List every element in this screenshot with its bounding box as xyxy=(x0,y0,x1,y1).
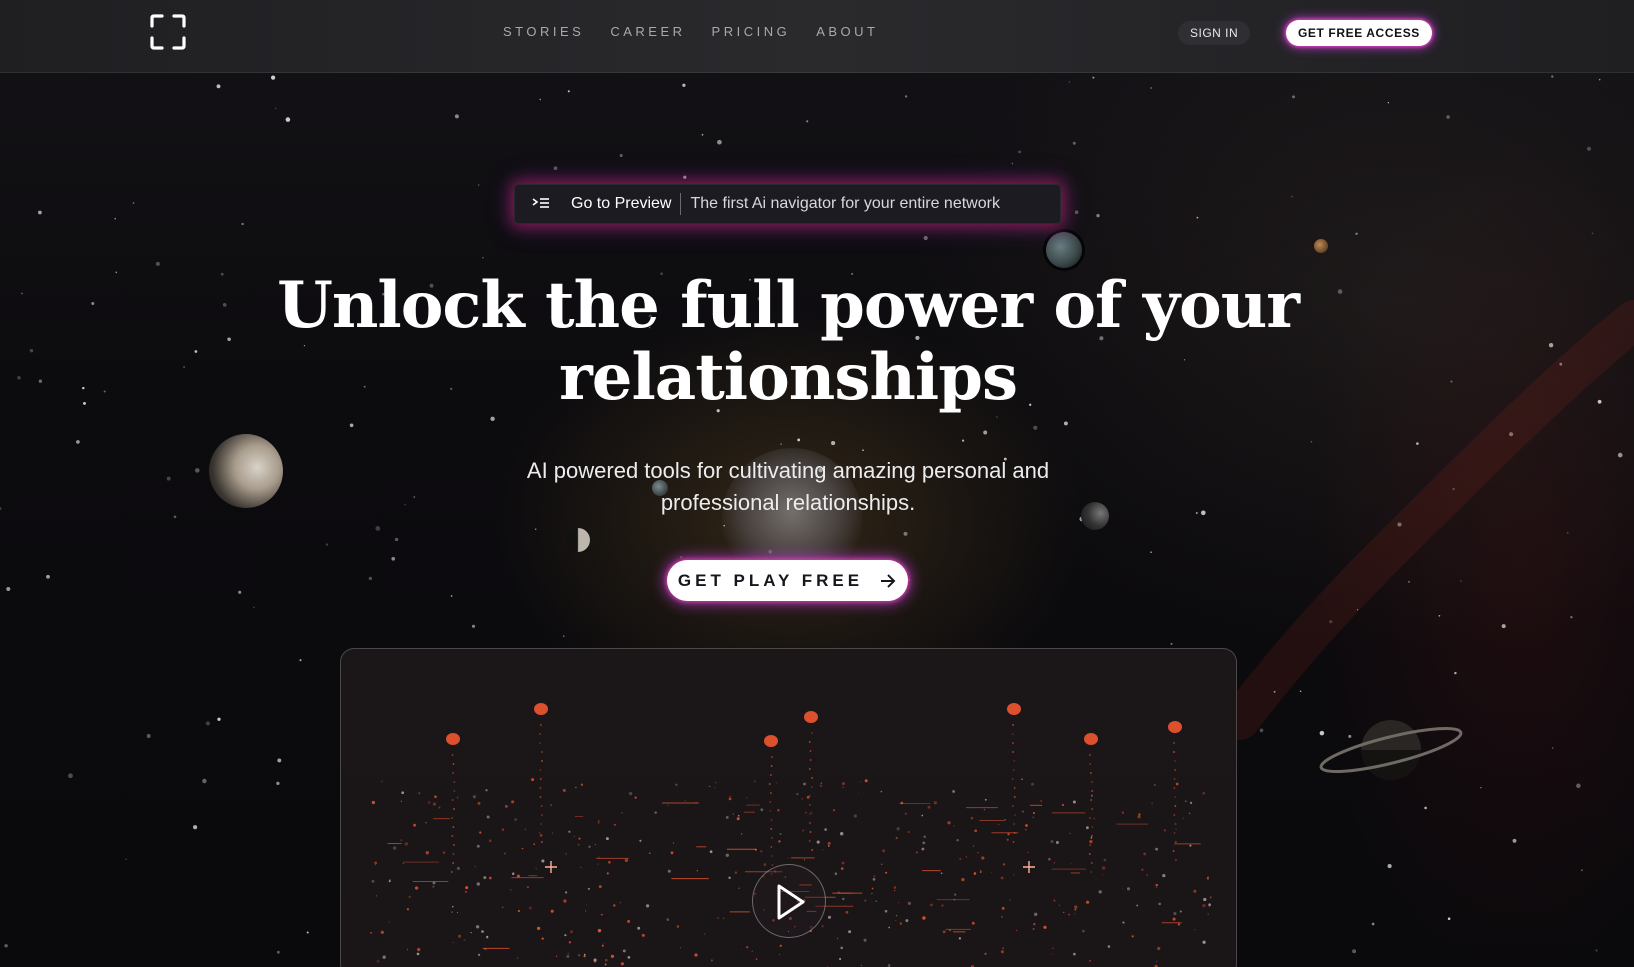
sign-in-button[interactable]: SIGN IN xyxy=(1178,21,1251,45)
planet-orange-dot xyxy=(1314,239,1328,253)
planet-small-teal xyxy=(1046,232,1082,268)
hero-headline-line2: relationships xyxy=(559,340,1018,415)
announcement-text: The first Ai navigator for your entire n… xyxy=(690,195,1000,212)
play-video-button[interactable] xyxy=(752,864,826,938)
nav-link-stories[interactable]: STORIES xyxy=(503,24,584,39)
nav-link-pricing[interactable]: PRICING xyxy=(712,24,791,39)
arrow-right-icon xyxy=(881,573,896,588)
hero-headline: Unlock the full power of your relationsh… xyxy=(0,270,1576,414)
get-play-free-label: GET PLAY FREE xyxy=(677,570,864,590)
top-navigation-bar: STORIES CAREER PRICING ABOUT SIGN IN GET… xyxy=(0,0,1634,73)
planet-half-moon-left xyxy=(566,528,590,552)
hero-headline-line1: Unlock the full power of your xyxy=(277,268,1300,343)
video-preview[interactable] xyxy=(340,648,1237,967)
get-play-free-button[interactable]: GET PLAY FREE xyxy=(667,560,908,601)
planet-saturn xyxy=(1319,720,1463,780)
get-free-access-button[interactable]: GET FREE ACCESS xyxy=(1286,20,1432,46)
page: STORIES CAREER PRICING ABOUT SIGN IN GET… xyxy=(0,0,1634,967)
go-to-preview-link[interactable]: Go to Preview xyxy=(571,195,671,213)
hero-subtitle: AI powered tools for cultivating amazing… xyxy=(488,455,1088,519)
menu-lines-icon xyxy=(532,198,549,208)
nav-link-career[interactable]: CAREER xyxy=(610,24,685,39)
announcement-pill[interactable]: Go to Preview The first Ai navigator for… xyxy=(514,184,1061,224)
play-icon xyxy=(777,884,805,920)
nav-link-about[interactable]: ABOUT xyxy=(816,24,878,39)
planet-jupiter xyxy=(209,434,283,508)
hero-subtitle-line2: professional relationships. xyxy=(660,490,916,515)
pill-divider xyxy=(680,193,682,215)
focus-frame-icon[interactable] xyxy=(150,14,186,50)
hero-subtitle-line1: AI powered tools for cultivating amazing… xyxy=(526,458,1050,483)
nav-links: STORIES CAREER PRICING ABOUT xyxy=(503,24,879,39)
